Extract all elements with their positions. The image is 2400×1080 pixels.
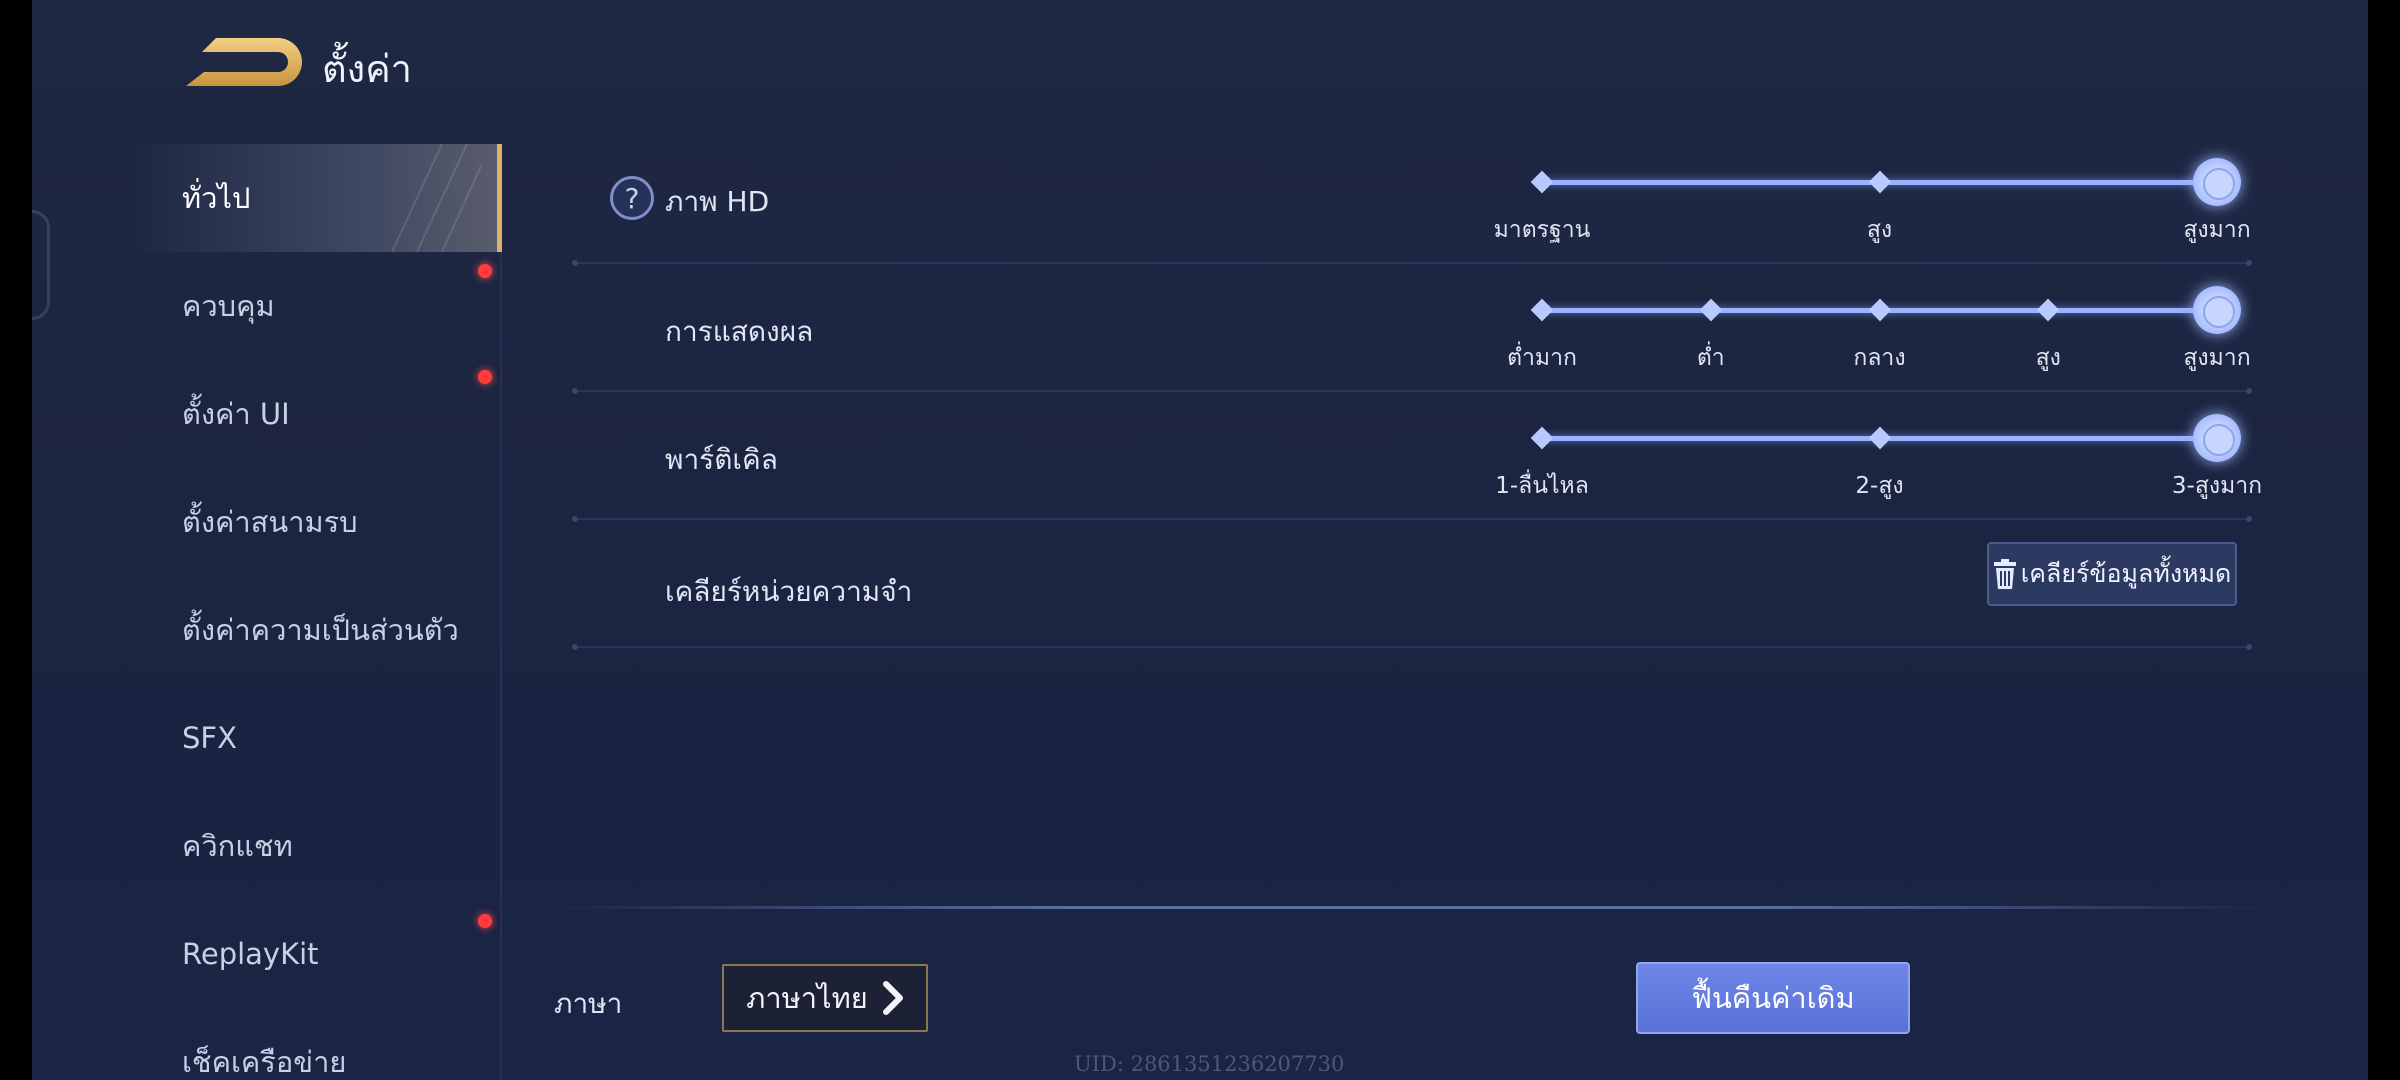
setting-label-particle: พาร์ติเคิล: [665, 443, 778, 476]
settings-screen: ตั้งค่า ทั่วไป ควบคุม ตั้งค่า UI ตั้งค่า…: [32, 0, 2368, 1080]
slider-knob[interactable]: [2193, 158, 2241, 206]
hd-slider[interactable]: มาตรฐาน สูง สูงมาก: [1494, 158, 2251, 243]
slider-tick[interactable]: [1530, 170, 1554, 194]
display-slider[interactable]: ต่ำมาก ต่ำ กลาง สูง สูงมาก: [1507, 286, 2251, 371]
notification-dot: [478, 370, 492, 384]
sidebar-item-label: ตั้งค่า UI: [182, 397, 290, 431]
slider-option-label[interactable]: 3-สูงมาก: [2172, 468, 2262, 504]
restore-defaults-button[interactable]: ฟื้นคืนค่าเดิม: [1636, 962, 1910, 1034]
setting-row-display: การแสดงผล ต่ำมาก ต่ำ กลาง สูง สูงมาก: [572, 264, 2252, 394]
sidebar-item-label: ควบคุม: [182, 289, 275, 323]
question-mark-icon[interactable]: ?: [610, 176, 654, 220]
slider-tick[interactable]: [1530, 426, 1554, 450]
sidebar-item-label: ตั้งค่าสนามรบ: [182, 505, 358, 539]
slider-tick[interactable]: [2036, 298, 2060, 322]
slider-option-label[interactable]: ต่ำ: [1697, 340, 1725, 376]
sidebar-item-label: ReplayKit: [182, 937, 319, 971]
setting-label-display: การแสดงผล: [665, 315, 814, 348]
language-selector-button[interactable]: ภาษาไทย: [722, 964, 928, 1032]
back-arrow-icon: [186, 38, 302, 86]
slider-option-label[interactable]: 2-สูง: [1855, 468, 1903, 504]
sidebar: ทั่วไป ควบคุม ตั้งค่า UI ตั้งค่าสนามรบ ต…: [132, 144, 502, 1080]
slider-option-label[interactable]: มาตรฐาน: [1494, 212, 1591, 248]
sidebar-item-quick-chat[interactable]: ควิกแชท: [132, 792, 502, 900]
slider-tick[interactable]: [1868, 170, 1891, 194]
particle-slider[interactable]: 1-ลื่นไหล 2-สูง 3-สูงมาก: [1495, 414, 2262, 499]
sidebar-item-label: ทั่วไป: [182, 181, 251, 215]
slider-option-label[interactable]: สูงมาก: [2183, 212, 2250, 248]
back-button[interactable]: [182, 32, 312, 92]
decorative-pattern-icon: [391, 144, 482, 252]
slider-knob[interactable]: [2193, 286, 2241, 334]
language-value: ภาษาไทย: [746, 981, 868, 1015]
bottom-divider: [552, 906, 2272, 909]
chevron-right-icon: [882, 981, 903, 1015]
slider-option-label[interactable]: สูง: [2036, 340, 2061, 376]
sidebar-item-network-check[interactable]: เช็คเครือข่าย: [132, 1008, 502, 1080]
notification-dot: [478, 914, 492, 928]
sidebar-item-label: ตั้งค่าความเป็นส่วนตัว: [182, 613, 459, 647]
slider-tick[interactable]: [1868, 298, 1891, 322]
slider-tick[interactable]: [1699, 298, 1723, 322]
restore-defaults-label: ฟื้นคืนค่าเดิม: [1691, 981, 1855, 1015]
slider-option-label[interactable]: กลาง: [1853, 340, 1905, 376]
language-label: ภาษา: [554, 987, 623, 1020]
slider-option-label[interactable]: สูง: [1867, 212, 1892, 248]
user-id-text: UID: 2861351236207730: [1074, 1052, 1345, 1076]
sidebar-item-sfx[interactable]: SFX: [132, 684, 502, 792]
slider-option-label[interactable]: สูงมาก: [2183, 340, 2250, 376]
setting-row-particle: พาร์ติเคิล 1-ลื่นไหล 2-สูง 3-สูงมาก: [572, 392, 2262, 522]
sidebar-item-controls[interactable]: ควบคุม: [132, 252, 502, 360]
setting-row-hd: ? ภาพ HD มาตรฐาน สูง สูงมาก: [572, 136, 2252, 266]
notification-dot: [478, 264, 492, 278]
sidebar-item-label: ควิกแชท: [182, 829, 293, 863]
trash-icon: [1993, 559, 2016, 589]
sidebar-item-replaykit[interactable]: ReplayKit: [132, 900, 502, 1008]
sidebar-item-label: SFX: [182, 721, 237, 755]
clear-all-data-button[interactable]: เคลียร์ข้อมูลทั้งหมด: [1987, 542, 2237, 606]
sidebar-item-privacy[interactable]: ตั้งค่าความเป็นส่วนตัว: [132, 576, 502, 684]
setting-label-memory: เคลียร์หน่วยความจำ: [665, 575, 913, 608]
screen-notch: [32, 210, 50, 320]
slider-option-label[interactable]: 1-ลื่นไหล: [1495, 468, 1589, 504]
clear-all-data-label: เคลียร์ข้อมูลทั้งหมด: [2020, 559, 2232, 588]
sidebar-item-general[interactable]: ทั่วไป: [132, 144, 502, 252]
sidebar-item-ui-settings[interactable]: ตั้งค่า UI: [132, 360, 502, 468]
row-divider: [572, 644, 2252, 650]
setting-row-memory: เคลียร์หน่วยความจำ เคลียร์ข้อมูลทั้งหมด: [572, 520, 2252, 650]
sidebar-item-battlefield[interactable]: ตั้งค่าสนามรบ: [132, 468, 502, 576]
slider-tick[interactable]: [1530, 298, 1554, 322]
sidebar-item-label: เช็คเครือข่าย: [182, 1045, 347, 1079]
setting-label-hd: ภาพ HD: [665, 185, 770, 218]
slider-knob[interactable]: [2193, 414, 2241, 462]
slider-tick[interactable]: [1868, 426, 1891, 450]
page-title: ตั้งค่า: [322, 47, 412, 91]
slider-option-label[interactable]: ต่ำมาก: [1507, 340, 1577, 376]
